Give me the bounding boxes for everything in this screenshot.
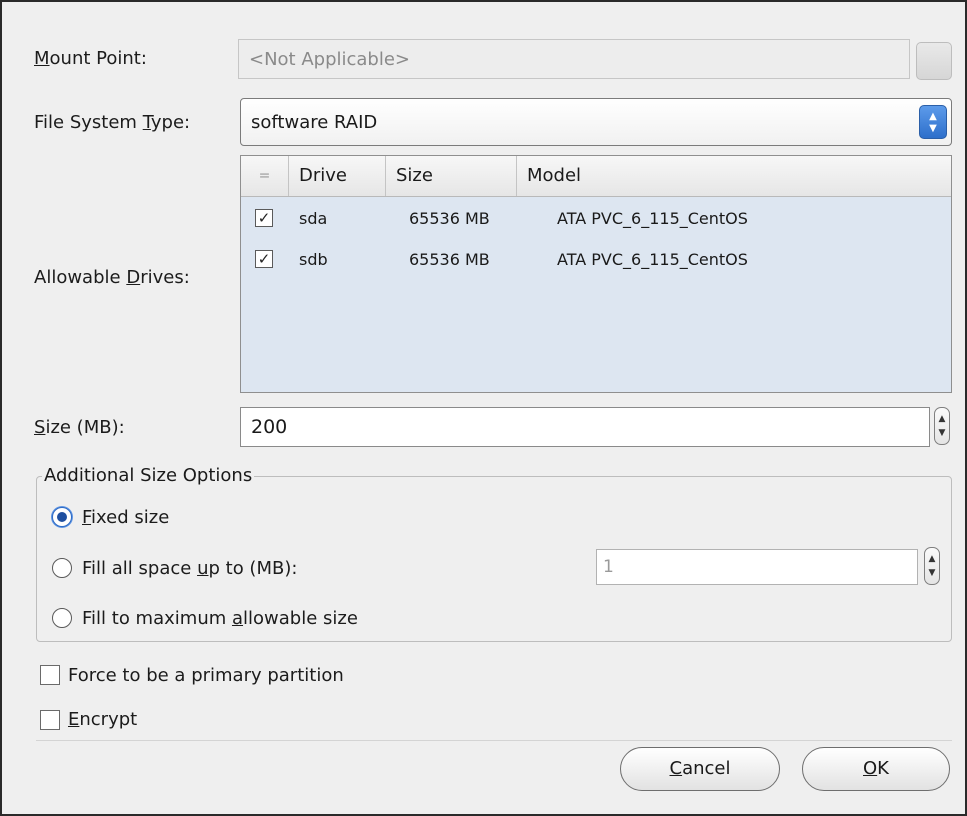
column-header-size[interactable]: Size	[386, 156, 517, 196]
size-label: Size (MB):	[34, 417, 125, 438]
filesystem-type-label: File System Type:	[34, 112, 191, 133]
button-separator	[36, 740, 952, 741]
drive-model: ATA PVC_6_115_CentOS	[557, 250, 748, 269]
primary-partition-checkbox[interactable]	[40, 665, 60, 685]
column-header-check[interactable]: =	[241, 156, 289, 196]
drive-size: 65536 MB	[409, 250, 490, 269]
size-spin-button[interactable]: ▲ ▼	[934, 407, 950, 445]
drives-table[interactable]: = Drive Size Model ✓ sda 65536 MB ATA PV…	[240, 155, 952, 393]
fixed-size-label[interactable]: Fixed size	[82, 507, 169, 528]
allowable-drives-label: Allowable Drives:	[34, 267, 190, 288]
encrypt-label[interactable]: Encrypt	[68, 709, 137, 730]
column-header-model[interactable]: Model	[517, 156, 951, 196]
drive-checkbox[interactable]: ✓	[255, 209, 273, 227]
encrypt-checkbox[interactable]	[40, 710, 60, 730]
drive-size: 65536 MB	[409, 209, 490, 228]
mount-point-label: Mount Point:	[34, 48, 147, 69]
fill-upto-spin-button[interactable]: ▲ ▼	[924, 547, 940, 585]
table-row[interactable]: ✓ sda 65536 MB ATA PVC_6_115_CentOS	[241, 200, 951, 236]
drive-model: ATA PVC_6_115_CentOS	[557, 209, 748, 228]
fill-max-label[interactable]: Fill to maximum allowable size	[82, 608, 358, 629]
additional-size-options-title: Additional Size Options	[42, 465, 255, 486]
mount-point-dropdown-button[interactable]	[916, 42, 952, 80]
mount-point-combo[interactable]: <Not Applicable>	[238, 39, 910, 79]
fill-upto-radio[interactable]	[52, 558, 72, 578]
fixed-size-radio[interactable]	[52, 507, 72, 527]
table-row[interactable]: ✓ sdb 65536 MB ATA PVC_6_115_CentOS	[241, 241, 951, 277]
drive-name: sdb	[299, 250, 328, 269]
fill-upto-input[interactable]: 1	[596, 549, 918, 585]
filesystem-type-value: software RAID	[251, 112, 378, 133]
primary-partition-label[interactable]: Force to be a primary partition	[68, 665, 344, 686]
ok-button[interactable]: OK	[802, 747, 950, 791]
fill-max-radio[interactable]	[52, 608, 72, 628]
drives-table-header: = Drive Size Model	[241, 156, 951, 197]
partition-dialog: Mount Point: <Not Applicable> File Syste…	[0, 0, 967, 816]
drive-name: sda	[299, 209, 328, 228]
filesystem-type-select[interactable]: software RAID ▲ ▼	[240, 98, 952, 146]
cancel-button[interactable]: Cancel	[620, 747, 780, 791]
updown-arrows-icon: ▲ ▼	[919, 105, 947, 139]
fill-upto-label[interactable]: Fill all space up to (MB):	[82, 558, 297, 579]
drive-checkbox[interactable]: ✓	[255, 250, 273, 268]
size-input[interactable]: 200	[240, 407, 930, 447]
column-header-drive[interactable]: Drive	[289, 156, 386, 196]
